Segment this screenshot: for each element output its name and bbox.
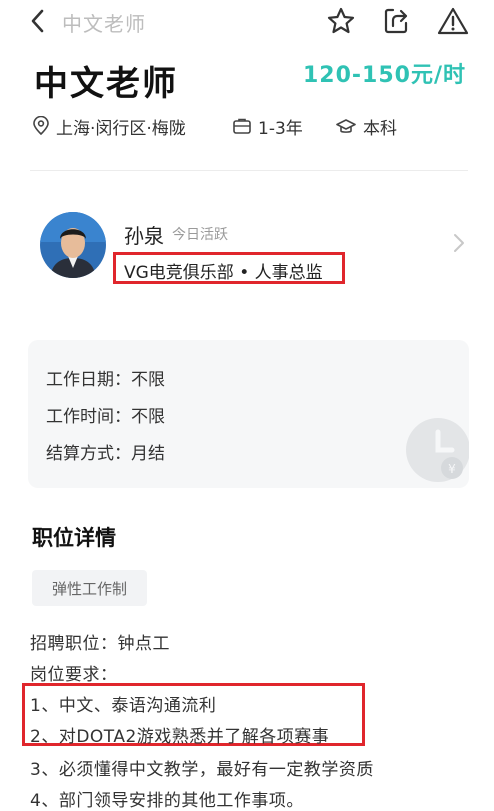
benefit-tag: 弹性工作制 — [32, 570, 147, 606]
share-icon[interactable] — [381, 6, 411, 36]
work-time-row: 工作时间：不限 — [46, 402, 165, 427]
salary: 120-150元/时 — [302, 63, 466, 88]
top-nav: 中文老师 — [0, 0, 494, 50]
detail-line: 招聘职位：钟点工 — [30, 634, 170, 654]
education-meta: 本科 — [335, 114, 397, 139]
chevron-right-icon[interactable] — [452, 232, 466, 258]
detail-line: 3、必须懂得中文教学，最好有一定教学资质 — [30, 760, 374, 780]
detail-line: 1、中文、泰语沟通流利 — [30, 696, 217, 716]
job-title: 中文老师 — [34, 64, 178, 104]
recruiter-company-role: VG电竞俱乐部 • 人事总监 — [124, 263, 323, 283]
work-date-value: 不限 — [131, 370, 165, 390]
work-time-label: 工作时间： — [46, 407, 131, 427]
location-text: 上海·闵行区·梅陇 — [56, 118, 186, 139]
graduation-cap-icon — [336, 119, 356, 133]
report-icon[interactable] — [437, 6, 469, 36]
briefcase-icon — [233, 118, 251, 134]
location-meta: 上海·闵行区·梅陇 — [32, 114, 186, 139]
back-icon[interactable] — [26, 6, 52, 36]
detail-line: 岗位要求： — [30, 665, 118, 685]
svg-text:¥: ¥ — [448, 462, 456, 476]
experience-text: 1-3年 — [258, 118, 303, 139]
location-pin-icon — [33, 116, 49, 136]
recruiter-name: 孙泉 — [124, 224, 164, 248]
nav-title: 中文老师 — [62, 12, 146, 36]
section-title: 职位详情 — [32, 526, 116, 550]
work-time-value: 不限 — [131, 407, 165, 427]
experience-meta: 1-3年 — [232, 114, 303, 139]
settlement-row: 结算方式：月结 — [46, 439, 165, 464]
active-status: 今日活跃 — [172, 227, 228, 243]
star-icon[interactable] — [326, 6, 356, 36]
detail-line: 2、对DOTA2游戏熟悉并了解各项赛事 — [30, 727, 330, 747]
detail-line: 4、部门领导安排的其他工作事项。 — [30, 791, 304, 811]
settlement-label: 结算方式： — [46, 444, 131, 464]
clock-watermark-icon: ¥ — [400, 410, 469, 488]
divider — [30, 170, 468, 171]
settlement-value: 月结 — [131, 444, 165, 464]
work-date-row: 工作日期：不限 — [46, 365, 165, 390]
education-text: 本科 — [363, 118, 397, 139]
work-info-card: 工作日期：不限 工作时间：不限 结算方式：月结 ¥ — [28, 340, 469, 488]
avatar[interactable] — [40, 212, 106, 278]
work-date-label: 工作日期： — [46, 370, 131, 390]
